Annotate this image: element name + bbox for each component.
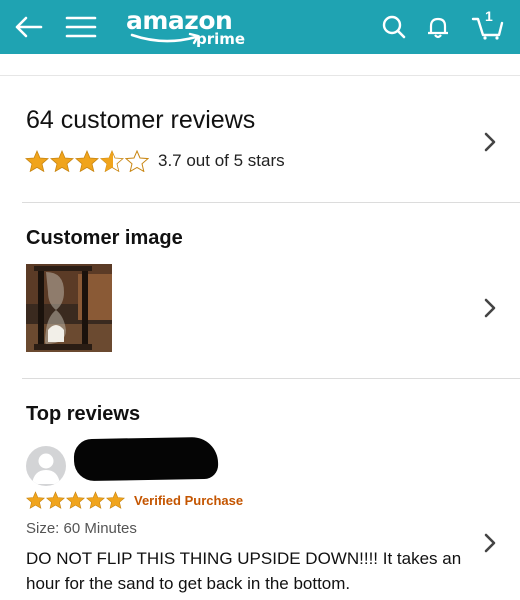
star-full-icon (26, 491, 45, 509)
amazon-prime-logo[interactable]: amazon prime (122, 4, 262, 50)
section-divider (22, 378, 520, 379)
star-full-icon (46, 491, 65, 509)
rating-stars: 3.7 out of 5 stars (25, 150, 285, 172)
back-arrow-icon (15, 16, 43, 38)
hourglass-photo (26, 264, 112, 352)
smile-arrow-icon (130, 32, 200, 45)
top-reviews-heading: Top reviews (26, 403, 141, 425)
chevron-right-icon[interactable] (482, 532, 498, 554)
chevron-right-icon[interactable] (482, 131, 498, 153)
redaction-mark (73, 436, 219, 482)
search-icon (382, 15, 406, 39)
star-full-icon (25, 150, 49, 172)
section-divider (0, 75, 520, 76)
chevron-right-icon[interactable] (482, 297, 498, 319)
notifications-button[interactable] (420, 0, 456, 54)
user-silhouette-icon (32, 453, 60, 484)
review-size-variant: Size: 60 Minutes (26, 520, 137, 537)
bell-icon (428, 17, 448, 39)
review-stars: Verified Purchase (26, 491, 243, 509)
star-full-icon (75, 150, 99, 172)
logo-subtext: prime (196, 30, 246, 48)
top-app-bar: amazon prime 1 (0, 0, 520, 54)
review-text: DO NOT FLIP THIS THING UPSIDE DOWN!!!! I… (26, 549, 462, 593)
star-half-icon (100, 150, 124, 172)
customer-image-thumbnail[interactable] (26, 264, 112, 352)
search-button[interactable] (376, 0, 412, 54)
star-full-icon (50, 150, 74, 172)
star-full-icon (86, 491, 105, 509)
star-full-icon (66, 491, 85, 509)
avatar (26, 446, 66, 486)
rating-text: 3.7 out of 5 stars (158, 151, 285, 170)
reviews-count-title: 64 customer reviews (26, 106, 256, 134)
cart-count-badge: 1 (485, 8, 493, 24)
hamburger-menu-icon (65, 16, 97, 38)
customer-image-heading: Customer image (26, 227, 183, 249)
menu-button[interactable] (62, 0, 100, 54)
star-full-icon (106, 491, 125, 509)
star-empty-icon (125, 150, 149, 172)
section-divider (22, 202, 520, 203)
back-button[interactable] (10, 0, 46, 54)
verified-purchase-badge: Verified Purchase (134, 492, 244, 508)
